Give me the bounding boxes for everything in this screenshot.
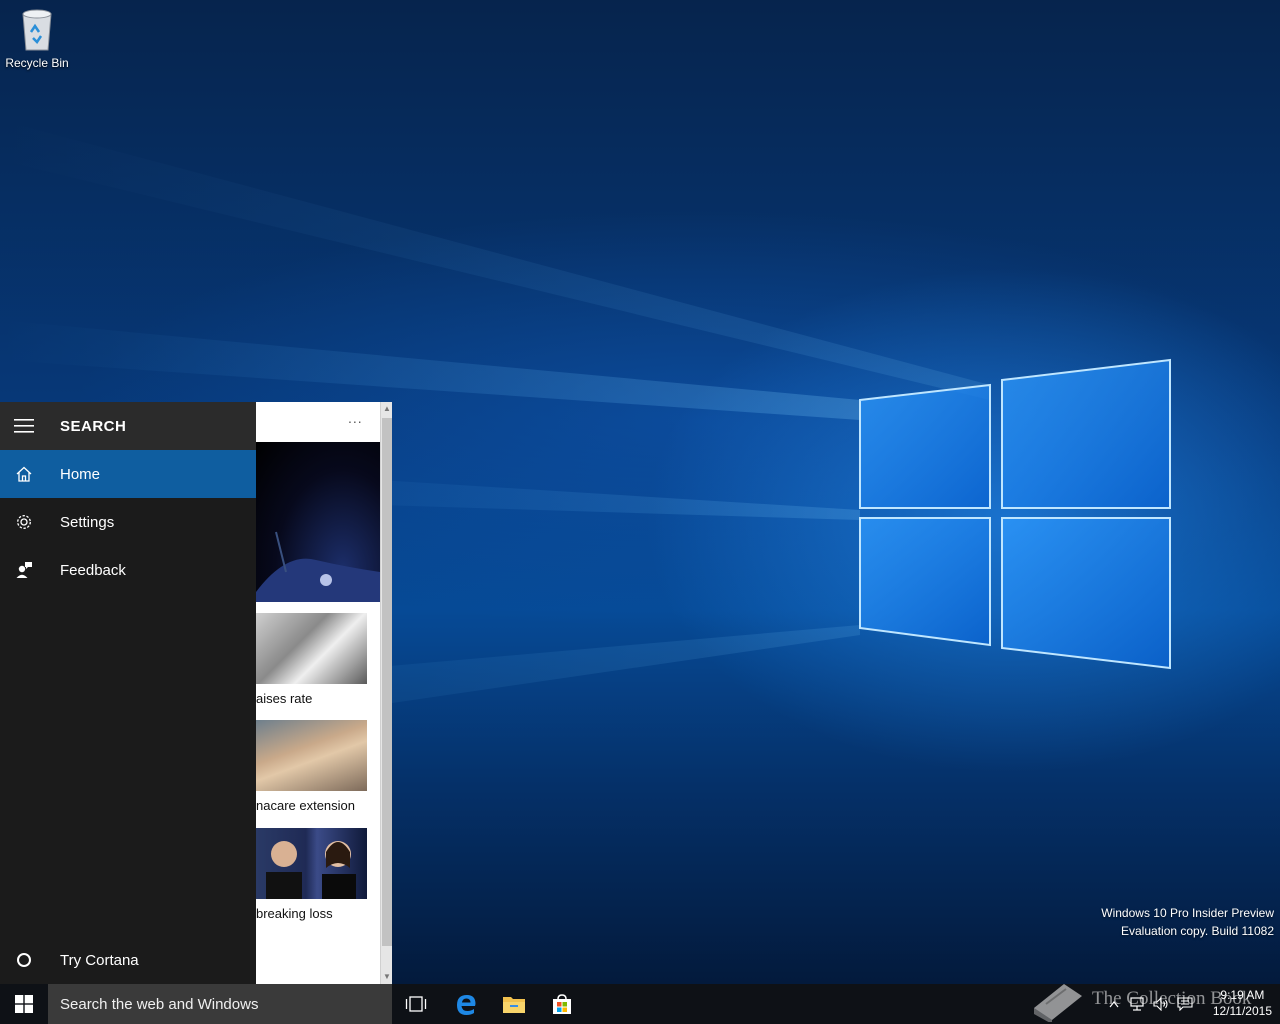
news-feed-panel: ... aises rate nacare extension breaking… bbox=[256, 402, 392, 984]
store-button[interactable] bbox=[538, 984, 586, 1024]
task-view-icon bbox=[405, 996, 427, 1012]
more-options-button[interactable]: ... bbox=[348, 410, 363, 426]
try-cortana-label: Try Cortana bbox=[60, 951, 139, 969]
evaluation-watermark: Windows 10 Pro Insider Preview Evaluatio… bbox=[1101, 904, 1274, 940]
watermark-line-1: Windows 10 Pro Insider Preview bbox=[1101, 906, 1274, 920]
menu-item-feedback[interactable]: Feedback bbox=[0, 546, 256, 594]
home-icon bbox=[16, 466, 32, 482]
menu-item-label: Settings bbox=[60, 513, 115, 531]
search-pane-header: SEARCH bbox=[0, 402, 256, 450]
chevron-up-icon bbox=[1109, 1001, 1119, 1008]
scrollbar-thumb[interactable] bbox=[382, 418, 392, 946]
recycle-bin-icon bbox=[22, 9, 52, 51]
network-icon bbox=[1130, 997, 1144, 1011]
news-headline[interactable]: aises rate bbox=[256, 691, 312, 706]
menu-item-label: Home bbox=[60, 465, 101, 483]
windows-logo-icon bbox=[15, 995, 33, 1013]
action-center-button[interactable] bbox=[1174, 984, 1196, 1024]
hero-photo bbox=[256, 531, 380, 602]
feedback-icon bbox=[16, 562, 32, 578]
clock[interactable]: 9:19 AM 12/11/2015 bbox=[1213, 987, 1272, 1019]
try-cortana-button[interactable]: Try Cortana bbox=[0, 936, 256, 984]
edge-icon bbox=[457, 995, 476, 1015]
recycle-bin-shortcut[interactable]: Recycle Bin bbox=[4, 6, 70, 76]
news-thumbnail[interactable] bbox=[256, 720, 367, 791]
show-hidden-icons-button[interactable] bbox=[1104, 984, 1124, 1024]
menu-item-settings[interactable]: Settings bbox=[0, 498, 256, 546]
taskbar-search-box[interactable]: Search the web and Windows bbox=[48, 984, 392, 1024]
gear-icon bbox=[17, 515, 31, 529]
volume-button[interactable] bbox=[1150, 984, 1172, 1024]
notification-icon bbox=[1177, 997, 1193, 1011]
news-photo bbox=[266, 841, 356, 899]
search-placeholder: Search the web and Windows bbox=[60, 995, 259, 1013]
file-explorer-icon bbox=[503, 997, 525, 1013]
volume-icon bbox=[1153, 997, 1168, 1011]
hamburger-icon bbox=[14, 419, 34, 433]
clock-time: 9:19 AM bbox=[1220, 988, 1265, 1002]
search-pane: SEARCH Home Settings Feedback Try Cortan… bbox=[0, 402, 256, 984]
news-headline[interactable]: nacare extension bbox=[256, 798, 355, 813]
menu-item-home[interactable]: Home bbox=[0, 450, 256, 498]
search-pane-title: SEARCH bbox=[60, 417, 127, 435]
watermark-line-2: Evaluation copy. Build 11082 bbox=[1121, 924, 1274, 938]
news-hero-image[interactable] bbox=[256, 442, 380, 602]
network-button[interactable] bbox=[1126, 984, 1148, 1024]
start-button[interactable] bbox=[0, 984, 48, 1024]
news-thumbnail[interactable] bbox=[256, 828, 367, 899]
recycle-bin-label: Recycle Bin bbox=[5, 56, 69, 70]
file-explorer-button[interactable] bbox=[490, 984, 538, 1024]
taskbar: Search the web and Windows 9:19 AM 12/11… bbox=[0, 984, 1280, 1024]
news-headline[interactable]: breaking loss bbox=[256, 906, 333, 921]
system-tray: 9:19 AM 12/11/2015 bbox=[1100, 984, 1280, 1024]
cortana-circle-icon bbox=[17, 953, 31, 967]
scroll-up-arrow[interactable]: ▲ bbox=[381, 402, 392, 416]
edge-browser-button[interactable] bbox=[442, 984, 490, 1024]
scroll-down-arrow[interactable]: ▼ bbox=[381, 970, 392, 984]
store-icon bbox=[553, 994, 571, 1014]
clock-date: 12/11/2015 bbox=[1212, 1004, 1272, 1018]
news-scrollbar[interactable]: ▲ ▼ bbox=[380, 402, 392, 984]
news-thumbnail[interactable] bbox=[256, 613, 367, 684]
menu-item-label: Feedback bbox=[60, 561, 126, 579]
task-view-button[interactable] bbox=[392, 984, 440, 1024]
hamburger-menu-button[interactable] bbox=[0, 402, 48, 450]
